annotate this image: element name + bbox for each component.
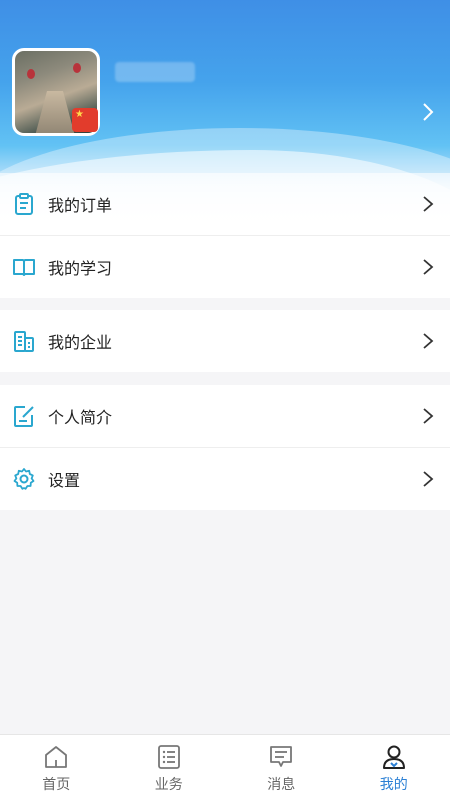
tab-label: 消息: [267, 776, 296, 792]
tab-label: 首页: [42, 776, 71, 792]
chevron-right-icon[interactable]: [418, 100, 438, 124]
building-icon: [12, 329, 36, 353]
chevron-right-icon: [423, 259, 434, 275]
tab-messages[interactable]: 消息: [225, 735, 338, 800]
menu-item-learning[interactable]: 我的学习: [0, 236, 450, 298]
menu-item-label: 我的企业: [48, 335, 113, 352]
menu-group-3: 个人简介 设置: [0, 385, 450, 510]
clipboard-icon: [12, 192, 36, 216]
chevron-right-icon: [423, 471, 434, 487]
chevron-right-icon: [423, 196, 434, 212]
user-icon: [382, 745, 405, 769]
china-flag-icon: ★: [72, 108, 98, 132]
menu-item-settings[interactable]: 设置: [0, 448, 450, 510]
avatar-lantern: [27, 69, 35, 79]
tab-label: 业务: [154, 776, 183, 792]
menu-group-1: 我的订单 我的学习: [0, 173, 450, 298]
menu-item-label: 我的学习: [48, 261, 113, 278]
menu-item-enterprise[interactable]: 我的企业: [0, 310, 450, 372]
menu-item-label: 我的订单: [48, 198, 113, 215]
tab-label: 我的: [379, 776, 408, 792]
bottom-tab-bar: 首页 业务 消息 我的: [0, 734, 450, 800]
chevron-right-icon: [423, 408, 434, 424]
username-placeholder: [115, 62, 195, 82]
message-icon: [270, 746, 293, 767]
menu-item-orders[interactable]: 我的订单: [0, 173, 450, 235]
menu-item-label: 个人简介: [48, 410, 113, 427]
gear-icon: [12, 467, 36, 491]
home-icon: [45, 746, 68, 768]
menu-group-2: 我的企业: [0, 310, 450, 372]
list-icon: [157, 745, 180, 769]
menu-item-profile-intro[interactable]: 个人简介: [0, 385, 450, 447]
tab-business[interactable]: 业务: [113, 735, 226, 800]
edit-note-icon: [12, 404, 36, 428]
book-icon: [12, 255, 36, 279]
menu-item-label: 设置: [48, 473, 81, 490]
avatar-lantern: [73, 63, 81, 73]
tab-home[interactable]: 首页: [0, 735, 113, 800]
avatar-street-image: [35, 91, 75, 133]
tab-mine[interactable]: 我的: [338, 735, 450, 800]
chevron-right-icon: [423, 333, 434, 349]
